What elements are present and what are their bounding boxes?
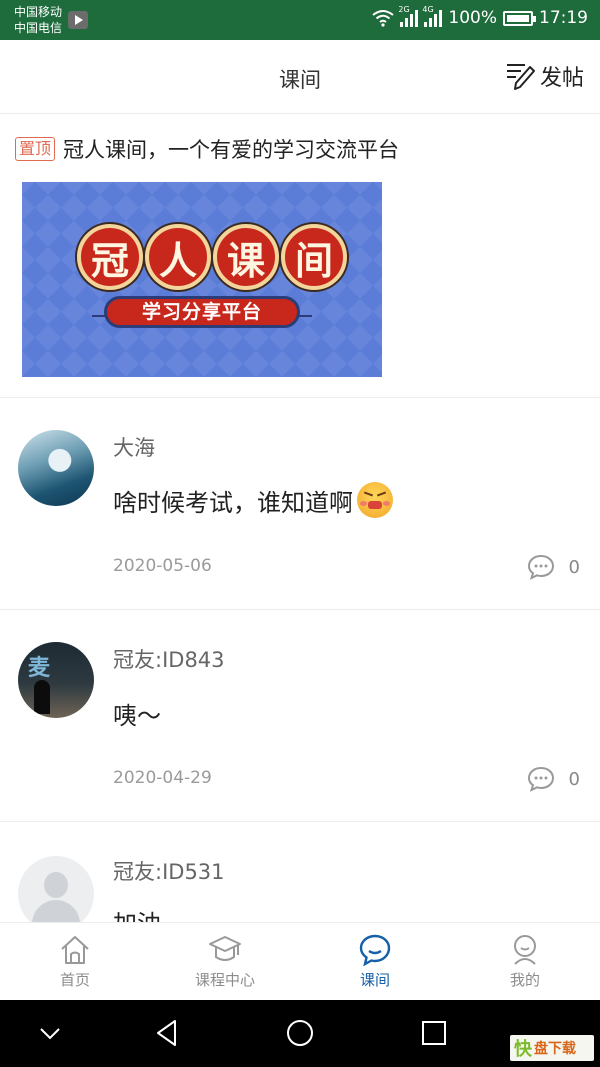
- tab-home[interactable]: 首页: [0, 923, 150, 1000]
- chevron-down-icon[interactable]: [35, 1018, 65, 1048]
- pinned-title: 冠人课间，一个有爱的学习交流平台: [63, 138, 400, 162]
- new-post-label: 发帖: [539, 66, 584, 91]
- post-text: 啥时候考试，谁知道啊: [113, 488, 353, 517]
- tab-break[interactable]: 课间: [300, 923, 450, 1000]
- back-icon[interactable]: [152, 1018, 182, 1048]
- carrier-2: 中国电信: [14, 21, 63, 35]
- battery-icon: [503, 10, 536, 26]
- watermark-text: 盘下载: [534, 1041, 576, 1057]
- comment-icon: [527, 554, 554, 580]
- post-content: 啥时候考试，谁知道啊: [113, 482, 393, 518]
- avatar[interactable]: [18, 430, 94, 506]
- comment-button[interactable]: 0: [527, 766, 580, 792]
- banner-char: 间: [281, 224, 347, 290]
- comment-count: 0: [568, 768, 580, 790]
- post-username: 大海: [113, 436, 155, 460]
- tab-label: 课程中心: [194, 971, 255, 989]
- tab-mine[interactable]: 我的: [450, 923, 600, 1000]
- pinned-title-row: 置顶 冠人课间，一个有爱的学习交流平台: [15, 134, 399, 164]
- system-nav-bar: 快 盘下载: [0, 1000, 600, 1067]
- battery-percent: 100%: [448, 8, 497, 28]
- net-label-2: 4G: [422, 5, 434, 14]
- signal-4g-icon: 4G: [422, 5, 443, 27]
- app-header: 课间 发帖: [0, 40, 600, 114]
- media-play-icon: [68, 11, 88, 29]
- new-post-button[interactable]: 发帖: [505, 60, 584, 92]
- comment-button[interactable]: 0: [527, 554, 580, 580]
- home-circle-icon[interactable]: [285, 1018, 315, 1048]
- post-item[interactable]: 冠友:ID531 加油: [0, 822, 600, 922]
- banner-logo: 冠 人 课 间: [77, 224, 347, 290]
- post-content: 咦～: [113, 696, 161, 731]
- home-icon: [61, 936, 89, 964]
- banner-subtitle: 学习分享平台: [104, 296, 300, 328]
- tab-course-center[interactable]: 课程中心: [150, 923, 300, 1000]
- status-bar: 中国移动 中国电信 2G 4G 100% 17:19: [0, 0, 600, 40]
- chat-bubble-icon: [359, 934, 391, 967]
- signal-2g-icon: 2G: [398, 5, 419, 27]
- post-text: 加油: [113, 904, 161, 922]
- tab-label: 首页: [59, 971, 90, 989]
- post-item[interactable]: 麦 冠友:ID843 咦～ 2020-04-29 0: [0, 610, 600, 822]
- wifi-icon: [372, 10, 395, 27]
- post-date: 2020-04-29: [113, 768, 212, 788]
- pinned-post[interactable]: 置顶 冠人课间，一个有爱的学习交流平台 冠 人 课 间 学习分享平台: [0, 114, 600, 398]
- carrier-1: 中国移动: [14, 5, 63, 19]
- avatar[interactable]: [18, 856, 94, 922]
- comment-count: 0: [568, 556, 580, 578]
- clock: 17:19: [539, 8, 588, 28]
- comment-icon: [527, 766, 554, 792]
- post-username: 冠友:ID531: [113, 860, 225, 884]
- avatar[interactable]: 麦: [18, 642, 94, 718]
- carrier-info: 中国移动 中国电信: [14, 4, 62, 36]
- graduation-cap-icon: [209, 936, 241, 961]
- banner-char: 人: [145, 224, 211, 290]
- post-text: 咦～: [113, 702, 161, 730]
- post-date: 2020-05-06: [113, 556, 212, 576]
- pinned-banner-image[interactable]: 冠 人 课 间 学习分享平台: [22, 182, 382, 377]
- banner-char: 冠: [77, 224, 143, 290]
- edit-icon: [506, 64, 535, 90]
- tab-label: 课间: [359, 971, 390, 989]
- post-content: 加油: [113, 904, 161, 922]
- angry-face-emoji-icon: [357, 482, 393, 518]
- status-right: 2G 4G 100% 17:19: [372, 5, 588, 28]
- watermark-k: 快: [514, 1039, 532, 1060]
- bottom-tab-bar: 首页 课程中心 课间 我的: [0, 922, 600, 1000]
- post-item[interactable]: 大海 啥时候考试，谁知道啊 2020-05-06 0: [0, 398, 600, 610]
- post-username: 冠友:ID843: [113, 648, 225, 672]
- watermark-logo: 快 盘下载: [510, 1035, 594, 1061]
- pinned-badge: 置顶: [15, 137, 56, 161]
- net-label-1: 2G: [398, 5, 410, 14]
- user-icon: [514, 935, 536, 965]
- banner-char: 课: [213, 224, 279, 290]
- tab-label: 我的: [509, 971, 540, 989]
- recent-apps-icon[interactable]: [419, 1018, 449, 1048]
